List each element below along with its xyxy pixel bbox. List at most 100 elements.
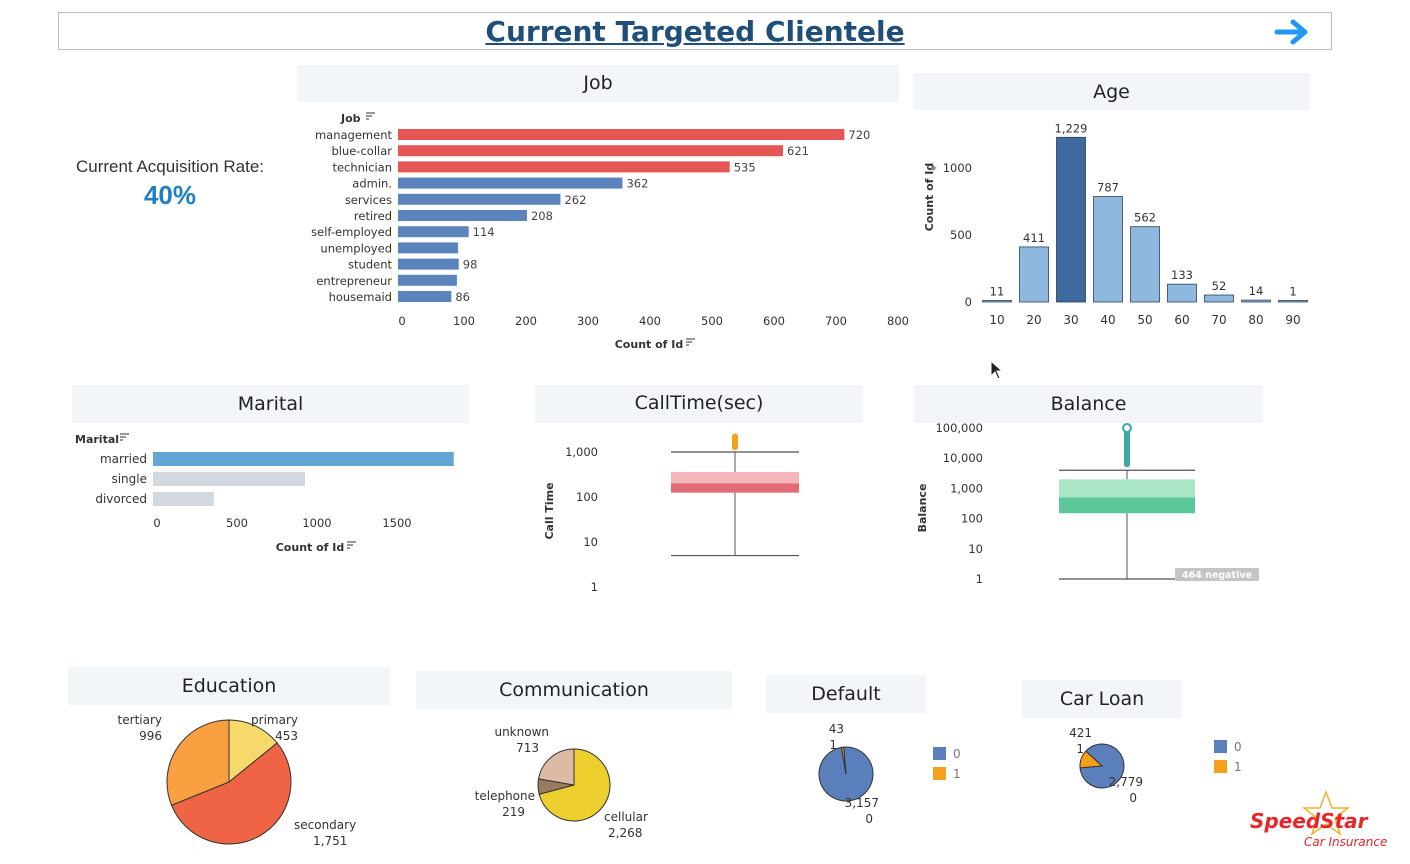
age-x-tick: 10 xyxy=(989,313,1004,327)
job-bar-label: 535 xyxy=(734,160,756,174)
job-bar xyxy=(398,291,452,302)
balance-y-tick: 100 xyxy=(961,512,983,526)
marital-bar-chart[interactable]: Marital married single divorced 0 500 1000 1500… xyxy=(72,425,472,560)
default-pie-chart[interactable]: 3,157 0 43 1 0 1 xyxy=(766,715,1006,830)
age-x-tick: 70 xyxy=(1211,313,1226,327)
job-bar xyxy=(398,161,730,173)
panel-title-balance: Balance xyxy=(914,385,1263,423)
job-x-axis-label: Count of Id xyxy=(615,338,684,351)
acquisition-rate-value: 40% xyxy=(143,180,197,210)
arrow-right-icon[interactable] xyxy=(1273,17,1313,47)
logo-sub: Car Insurance xyxy=(1304,835,1387,849)
balance-box-upper xyxy=(1059,479,1195,498)
balance-y-tick: 10 xyxy=(968,542,983,556)
job-bar xyxy=(398,145,784,157)
job-category-label: management xyxy=(315,128,393,142)
car_loan-slice-value: 0 xyxy=(1129,791,1137,805)
job-category-label: housemaid xyxy=(329,290,392,304)
balance-outliers xyxy=(1124,428,1130,468)
marital-dim-label: Marital xyxy=(75,433,119,446)
sort-icon xyxy=(686,338,695,346)
age-bar-label: 52 xyxy=(1212,279,1227,293)
marital-bar xyxy=(153,492,214,506)
balance-y-tick: 10,000 xyxy=(943,451,983,465)
calltime-y-tick: 1,000 xyxy=(565,445,598,459)
education-slice-value: 1,751 xyxy=(313,834,347,848)
panel-title-car-loan: Car Loan xyxy=(1022,680,1182,718)
logo-brand: SpeedStar xyxy=(1250,809,1369,833)
job-category-label: services xyxy=(345,193,392,207)
age-bar-label: 1 xyxy=(1289,285,1296,299)
job-category-label: unemployed xyxy=(320,241,392,255)
age-x-tick: 60 xyxy=(1174,313,1189,327)
car_loan-slice-value: 1 xyxy=(1076,742,1084,756)
calltime-box-upper xyxy=(671,471,799,484)
calltime-y-tick: 10 xyxy=(583,535,598,549)
education-slice-name: secondary xyxy=(294,818,356,832)
job-x-tick: 300 xyxy=(577,314,599,328)
age-x-tick: 40 xyxy=(1100,313,1115,327)
education-slice-value: 453 xyxy=(275,729,298,743)
panel-title-job: Job xyxy=(297,65,899,102)
age-x-tick: 20 xyxy=(1026,313,1041,327)
job-x-tick: 700 xyxy=(825,314,847,328)
balance-y-tick: 1,000 xyxy=(950,481,983,495)
job-x-tick: 600 xyxy=(763,314,785,328)
car-loan-pie-chart[interactable]: 2,779 0 421 1 0 1 xyxy=(1022,720,1262,810)
default-legend-label: 1 xyxy=(953,767,961,781)
job-bar xyxy=(398,274,457,286)
panel-title-education: Education xyxy=(68,667,390,705)
calltime-y-tick: 100 xyxy=(576,490,598,504)
job-category-label: entrepreneur xyxy=(316,274,392,288)
marital-bar xyxy=(153,452,454,466)
car_loan-slice-name: 2,779 xyxy=(1109,775,1143,789)
communication-slice-value: 2,268 xyxy=(608,826,642,840)
balance-box-plot[interactable]: Balance 1 10 100 1,000 10,000 100,000 464 negat… xyxy=(914,421,1266,593)
marital-x-tick: 1500 xyxy=(382,516,411,530)
age-y-tick: 500 xyxy=(950,228,972,242)
job-category-label: admin. xyxy=(352,177,392,191)
speedstar-logo: SpeedStar Car Insurance xyxy=(1250,789,1387,849)
balance-y-tick: 1 xyxy=(976,572,983,586)
calltime-box-plot[interactable]: Call Time 1 10 100 1,000 xyxy=(535,425,865,600)
age-bar-label: 14 xyxy=(1249,284,1264,298)
default-slice-name: 43 xyxy=(829,722,844,736)
car_loan-legend-label: 0 xyxy=(1234,740,1242,754)
job-bar-label: 262 xyxy=(564,193,586,207)
marital-category-label: married xyxy=(100,452,147,466)
age-bar xyxy=(1167,283,1197,303)
age-bar xyxy=(1093,196,1123,303)
communication-slice-value: 713 xyxy=(516,741,539,755)
communication-slice-name: cellular xyxy=(604,810,648,824)
education-pie-chart[interactable]: primary 453 secondary 1,751 tertiary 996 xyxy=(68,705,390,857)
sort-icon xyxy=(347,541,356,549)
education-slice-value: 996 xyxy=(139,729,162,743)
default-slice-name: 3,157 xyxy=(845,796,879,810)
age-histogram[interactable]: Count of Id✦050010001110411201,229307874… xyxy=(913,112,1313,334)
age-y-tick: 1000 xyxy=(943,161,972,175)
job-category-label: self-employed xyxy=(311,225,392,239)
default-legend-label: 0 xyxy=(953,747,961,761)
job-bar-label: 720 xyxy=(848,128,870,142)
job-x-tick: 400 xyxy=(639,314,661,328)
sort-icon xyxy=(366,112,375,120)
job-x-tick: 0 xyxy=(398,314,405,328)
age-bar-label: 11 xyxy=(990,285,1005,299)
default-slice-value: 0 xyxy=(865,812,873,826)
job-bar-label: 362 xyxy=(626,177,648,191)
job-bar xyxy=(398,258,459,270)
balance-outlier-max xyxy=(1122,423,1132,433)
car_loan-legend-label: 1 xyxy=(1234,760,1242,774)
marital-x-tick: 0 xyxy=(153,516,160,530)
age-bar xyxy=(1278,300,1308,303)
car_loan-legend-swatch xyxy=(1214,740,1227,753)
panel-title-calltime: CallTime(sec) xyxy=(535,385,863,423)
car_loan-legend-swatch xyxy=(1214,760,1227,773)
job-bar-chart[interactable]: Job management 720 blue-collar 621 technician… xyxy=(297,105,909,360)
panel-title-age: Age xyxy=(913,73,1310,110)
marital-x-tick: 500 xyxy=(226,516,248,530)
pin-icon: ✦ xyxy=(929,162,938,175)
job-bar xyxy=(398,177,623,189)
balance-box-lower xyxy=(1059,497,1195,514)
communication-pie-chart[interactable]: cellular 2,268 telephone 219 unknown 713 xyxy=(416,712,732,852)
